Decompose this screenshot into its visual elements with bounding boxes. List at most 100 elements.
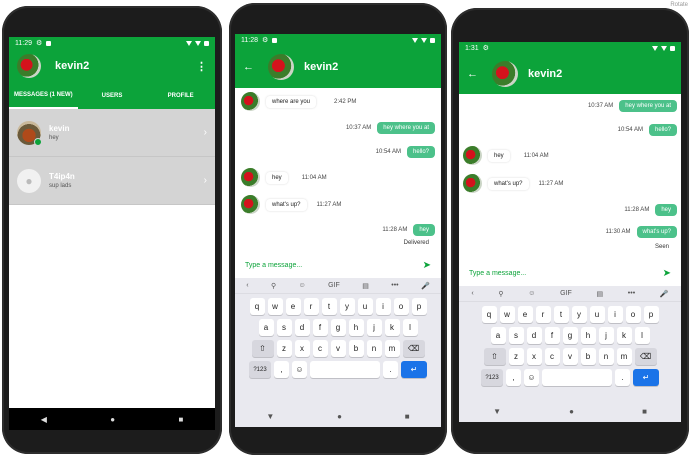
- message-input[interactable]: Type a message...: [245, 262, 302, 269]
- home-nav-icon[interactable]: ●: [337, 412, 342, 421]
- keyboard-collapse-icon[interactable]: ‹: [471, 290, 473, 297]
- key-d[interactable]: d: [294, 319, 310, 336]
- key-j[interactable]: j: [366, 319, 382, 336]
- key-comma[interactable]: ,: [506, 369, 521, 386]
- backspace-key-icon[interactable]: ⌫: [402, 340, 425, 357]
- keyboard-collapse-icon[interactable]: ‹: [246, 282, 248, 289]
- key-y[interactable]: y: [571, 306, 587, 323]
- key-period[interactable]: .: [383, 361, 398, 378]
- key-o[interactable]: o: [393, 298, 409, 315]
- key-i[interactable]: i: [607, 306, 623, 323]
- home-nav-icon[interactable]: ●: [569, 407, 574, 416]
- microphone-icon[interactable]: 🎤: [421, 282, 430, 290]
- shift-key-icon[interactable]: ⇧: [483, 348, 506, 365]
- key-l[interactable]: l: [402, 319, 418, 336]
- key-v[interactable]: v: [562, 348, 578, 365]
- key-f[interactable]: f: [312, 319, 328, 336]
- key-y[interactable]: y: [339, 298, 355, 315]
- key-period[interactable]: .: [615, 369, 630, 386]
- emoji-key-icon[interactable]: ☺: [292, 361, 307, 378]
- search-icon[interactable]: ⚲: [271, 282, 276, 290]
- key-x[interactable]: x: [294, 340, 310, 357]
- conversation-item[interactable]: ● T4ip4n sup lads ›: [9, 157, 215, 205]
- send-icon[interactable]: ➤: [423, 260, 431, 271]
- more-icon[interactable]: •••: [391, 282, 398, 289]
- key-u[interactable]: u: [589, 306, 605, 323]
- shift-key-icon[interactable]: ⇧: [251, 340, 274, 357]
- microphone-icon[interactable]: 🎤: [660, 290, 669, 298]
- back-nav-icon[interactable]: ◀: [41, 415, 47, 424]
- more-icon[interactable]: •••: [628, 290, 635, 297]
- space-key[interactable]: [310, 361, 380, 378]
- key-d[interactable]: d: [526, 327, 542, 344]
- key-c[interactable]: c: [544, 348, 560, 365]
- key-h[interactable]: h: [580, 327, 596, 344]
- key-a[interactable]: a: [490, 327, 506, 344]
- search-icon[interactable]: ⚲: [498, 290, 503, 298]
- key-k[interactable]: k: [384, 319, 400, 336]
- key-p[interactable]: p: [643, 306, 659, 323]
- key-z[interactable]: z: [276, 340, 292, 357]
- key-s[interactable]: s: [276, 319, 292, 336]
- key-comma[interactable]: ,: [274, 361, 289, 378]
- key-h[interactable]: h: [348, 319, 364, 336]
- tab-profile[interactable]: PROFILE: [146, 83, 215, 109]
- sticker-icon[interactable]: ☺: [528, 290, 535, 297]
- key-u[interactable]: u: [357, 298, 373, 315]
- send-icon[interactable]: ➤: [663, 268, 671, 279]
- space-key[interactable]: [542, 369, 612, 386]
- symbols-key[interactable]: ?123: [481, 369, 503, 386]
- key-j[interactable]: j: [598, 327, 614, 344]
- key-o[interactable]: o: [625, 306, 641, 323]
- enter-key-icon[interactable]: ↵: [401, 361, 427, 378]
- recents-nav-icon[interactable]: ■: [642, 407, 647, 416]
- recents-nav-icon[interactable]: ■: [178, 415, 183, 424]
- avatar[interactable]: [17, 54, 41, 78]
- home-nav-icon[interactable]: ●: [110, 415, 115, 424]
- key-b[interactable]: b: [348, 340, 364, 357]
- key-f[interactable]: f: [544, 327, 560, 344]
- key-q[interactable]: q: [249, 298, 265, 315]
- key-e[interactable]: e: [517, 306, 533, 323]
- key-c[interactable]: c: [312, 340, 328, 357]
- more-options-icon[interactable]: ⋮: [196, 60, 207, 73]
- tab-messages[interactable]: MESSAGES (1 NEW): [9, 83, 78, 109]
- conversation-item[interactable]: kevin hey ›: [9, 109, 215, 157]
- gif-button[interactable]: GIF: [328, 282, 340, 289]
- key-e[interactable]: e: [285, 298, 301, 315]
- key-r[interactable]: r: [303, 298, 319, 315]
- key-k[interactable]: k: [616, 327, 632, 344]
- key-i[interactable]: i: [375, 298, 391, 315]
- key-v[interactable]: v: [330, 340, 346, 357]
- message-input[interactable]: Type a message...: [469, 270, 526, 277]
- key-g[interactable]: g: [330, 319, 346, 336]
- gif-button[interactable]: GIF: [560, 290, 572, 297]
- key-w[interactable]: w: [267, 298, 283, 315]
- tab-users[interactable]: USERS: [78, 83, 147, 109]
- key-m[interactable]: m: [384, 340, 400, 357]
- key-t[interactable]: t: [321, 298, 337, 315]
- backspace-key-icon[interactable]: ⌫: [634, 348, 657, 365]
- back-nav-icon[interactable]: ▼: [493, 407, 501, 416]
- key-r[interactable]: r: [535, 306, 551, 323]
- recents-nav-icon[interactable]: ■: [405, 412, 410, 421]
- key-z[interactable]: z: [508, 348, 524, 365]
- sticker-icon[interactable]: ☺: [299, 282, 306, 289]
- key-p[interactable]: p: [411, 298, 427, 315]
- key-x[interactable]: x: [526, 348, 542, 365]
- clipboard-icon[interactable]: ▤: [362, 282, 369, 290]
- key-b[interactable]: b: [580, 348, 596, 365]
- back-arrow-icon[interactable]: ←: [467, 68, 478, 80]
- key-n[interactable]: n: [366, 340, 382, 357]
- enter-key-icon[interactable]: ↵: [633, 369, 659, 386]
- key-g[interactable]: g: [562, 327, 578, 344]
- back-arrow-icon[interactable]: ←: [243, 61, 254, 73]
- symbols-key[interactable]: ?123: [249, 361, 271, 378]
- key-m[interactable]: m: [616, 348, 632, 365]
- key-q[interactable]: q: [481, 306, 497, 323]
- clipboard-icon[interactable]: ▤: [596, 290, 603, 298]
- back-nav-icon[interactable]: ▼: [266, 412, 274, 421]
- emoji-key-icon[interactable]: ☺: [524, 369, 539, 386]
- key-n[interactable]: n: [598, 348, 614, 365]
- key-w[interactable]: w: [499, 306, 515, 323]
